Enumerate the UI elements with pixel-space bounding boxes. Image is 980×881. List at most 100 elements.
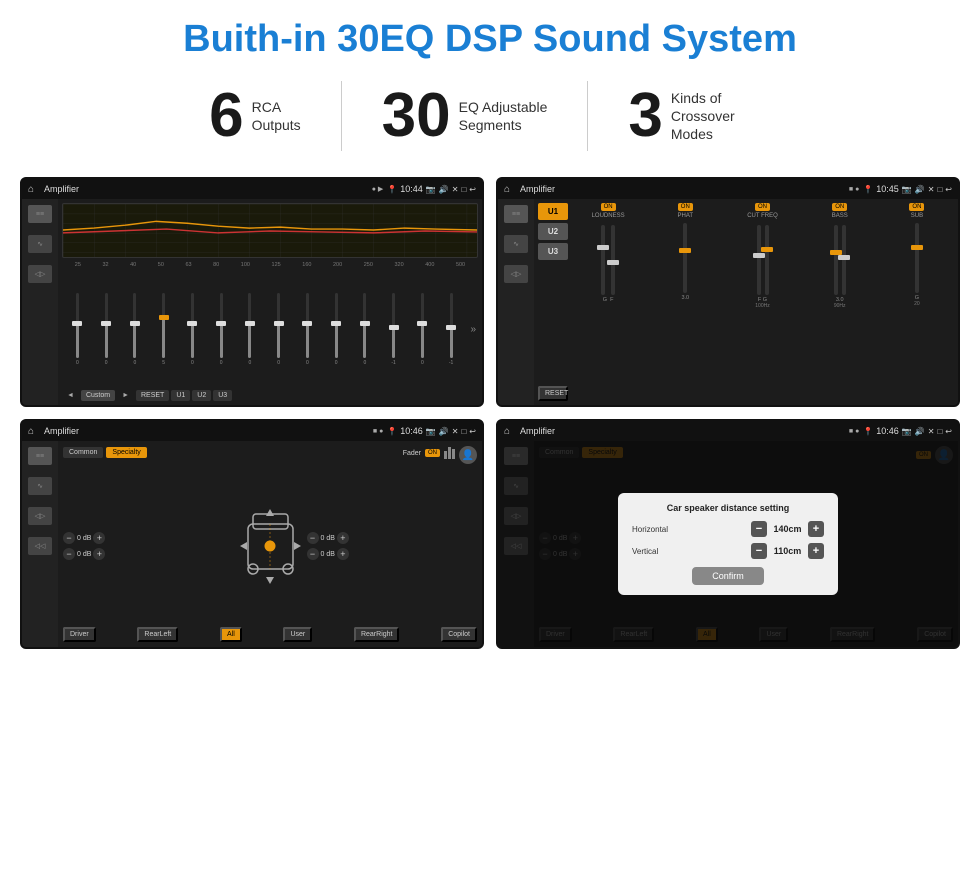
rearright-btn[interactable]: RearRight <box>354 627 400 642</box>
screen4-title: Amplifier <box>520 426 845 436</box>
dialog-box: Car speaker distance setting Horizontal … <box>618 493 838 595</box>
vertical-minus[interactable]: − <box>751 543 767 559</box>
speaker-icon[interactable]: ◁▷ <box>28 265 52 283</box>
u3-preset[interactable]: U3 <box>538 243 568 260</box>
loudness-slider1[interactable] <box>601 225 605 295</box>
minus-btn-0[interactable]: − <box>63 532 75 544</box>
eq-sliders: 0 0 0 5 0 <box>62 271 478 387</box>
driver-btn[interactable]: Driver <box>63 627 96 642</box>
dialog-overlay: Car speaker distance setting Horizontal … <box>498 441 958 647</box>
phat-on[interactable]: ON <box>678 203 693 211</box>
prev-button[interactable]: ◄ <box>62 390 79 401</box>
eq-slider-11[interactable]: -1 <box>380 271 407 387</box>
fader-on-badge[interactable]: ON <box>425 449 440 457</box>
sub-slider[interactable] <box>915 223 919 293</box>
wave-icon-2[interactable]: ∿ <box>504 235 528 253</box>
phat-group: ON PHAT 3.0 <box>648 203 722 401</box>
person-icon[interactable]: 👤 <box>459 446 477 464</box>
back-icon: ↩ <box>469 185 476 194</box>
stat-number-rca: 6 <box>209 85 243 147</box>
channel-icon-3[interactable]: ◁◁ <box>28 537 52 555</box>
minus-btn-right-1[interactable]: − <box>307 548 319 560</box>
mode-grid: − 0 dB + − 0 dB + <box>63 469 477 623</box>
eq-slider-12[interactable]: 0 <box>409 271 436 387</box>
plus-btn-0[interactable]: + <box>93 532 105 544</box>
bass-on[interactable]: ON <box>832 203 847 211</box>
eq-slider-6[interactable]: 0 <box>237 271 264 387</box>
u1-button[interactable]: U1 <box>171 390 190 401</box>
loudness-slider2[interactable] <box>611 225 615 295</box>
eq-slider-3[interactable]: 5 <box>150 271 177 387</box>
vertical-control: − 110cm + <box>751 543 824 559</box>
cutfreq-slider2[interactable] <box>765 225 769 295</box>
u2-button[interactable]: U2 <box>192 390 211 401</box>
bass-slider2[interactable] <box>842 225 846 295</box>
window-icon-3: □ <box>461 427 466 436</box>
eq-slider-0[interactable]: 0 <box>64 271 91 387</box>
phat-slider[interactable] <box>683 223 687 293</box>
plus-btn-1[interactable]: + <box>93 548 105 560</box>
reset-button[interactable]: RESET <box>136 390 169 401</box>
eq-slider-2[interactable]: 0 <box>122 271 149 387</box>
volume-icon: 🔊 <box>439 185 449 194</box>
status-icons-2: 📍 10:45 📷 🔊 ✕ □ ↩ <box>863 184 952 194</box>
all-btn[interactable]: All <box>220 627 242 642</box>
db-row-right-0: − 0 dB + <box>307 532 478 544</box>
horizontal-plus[interactable]: + <box>808 521 824 537</box>
minus-btn-1[interactable]: − <box>63 548 75 560</box>
copilot-btn[interactable]: Copilot <box>441 627 477 642</box>
eq-icon-3[interactable]: ≡≡ <box>28 447 52 465</box>
stat-label-rca: RCA Outputs <box>252 98 301 134</box>
stat-eq: 30 EQ Adjustable Segments <box>342 85 588 147</box>
u2-preset[interactable]: U2 <box>538 223 568 240</box>
speaker-icon-2[interactable]: ◁▷ <box>504 265 528 283</box>
vertical-plus[interactable]: + <box>808 543 824 559</box>
minus-btn-right-0[interactable]: − <box>307 532 319 544</box>
wave-icon[interactable]: ∿ <box>28 235 52 253</box>
u1-preset[interactable]: U1 <box>538 203 568 220</box>
horizontal-minus[interactable]: − <box>751 521 767 537</box>
close-icon-3: ✕ <box>452 427 459 436</box>
screen2-body: ≡≡ ∿ ◁▷ U1 U2 U3 RESET ON LOUDNESS <box>498 199 958 405</box>
eq-slider-7[interactable]: 0 <box>265 271 292 387</box>
eq-slider-9[interactable]: 0 <box>323 271 350 387</box>
u3-button[interactable]: U3 <box>213 390 232 401</box>
plus-btn-right-1[interactable]: + <box>337 548 349 560</box>
stat-rca: 6 RCA Outputs <box>169 85 341 147</box>
cutfreq-slider1[interactable] <box>757 225 761 295</box>
status-bar-1: ⌂ Amplifier ● ▶ 📍 10:44 📷 🔊 ✕ □ ↩ <box>22 179 482 199</box>
location-icon-2: 📍 <box>863 185 873 194</box>
next-button[interactable]: ► <box>117 390 134 401</box>
screen1-sidebar: ≡≡ ∿ ◁▷ <box>22 199 58 405</box>
horizontal-control: − 140cm + <box>751 521 824 537</box>
common-tab[interactable]: Common <box>63 447 103 458</box>
bass-slider1[interactable] <box>834 225 838 295</box>
status-icons-1: 📍 10:44 📷 🔊 ✕ □ ↩ <box>387 184 476 194</box>
eq-slider-4[interactable]: 0 <box>179 271 206 387</box>
eq-icon[interactable]: ≡≡ <box>28 205 52 223</box>
eq-slider-1[interactable]: 0 <box>93 271 120 387</box>
sub-on[interactable]: ON <box>909 203 924 211</box>
plus-btn-right-0[interactable]: + <box>337 532 349 544</box>
specialty-tab[interactable]: Specialty <box>106 447 146 458</box>
eq-icon-2[interactable]: ≡≡ <box>504 205 528 223</box>
dialog-title: Car speaker distance setting <box>632 503 824 513</box>
loudness-on[interactable]: ON <box>601 203 616 211</box>
amp-reset-btn[interactable]: RESET <box>538 386 568 401</box>
wave-icon-3[interactable]: ∿ <box>28 477 52 495</box>
speaker-icon-3[interactable]: ◁▷ <box>28 507 52 525</box>
confirm-button[interactable]: Confirm <box>692 567 764 585</box>
back-icon-4: ↩ <box>945 427 952 436</box>
eq-slider-5[interactable]: 0 <box>208 271 235 387</box>
more-icon[interactable]: » <box>471 324 477 335</box>
user-btn[interactable]: User <box>283 627 312 642</box>
eq-slider-13[interactable]: -1 <box>438 271 465 387</box>
eq-slider-10[interactable]: 0 <box>352 271 379 387</box>
camera-icon-4: 📷 <box>902 427 912 436</box>
window-icon-2: □ <box>937 185 942 194</box>
cutfreq-on[interactable]: ON <box>755 203 770 211</box>
back-icon-3: ↩ <box>469 427 476 436</box>
rearleft-btn[interactable]: RearLeft <box>137 627 178 642</box>
custom-button[interactable]: Custom <box>81 390 115 401</box>
eq-slider-8[interactable]: 0 <box>294 271 321 387</box>
